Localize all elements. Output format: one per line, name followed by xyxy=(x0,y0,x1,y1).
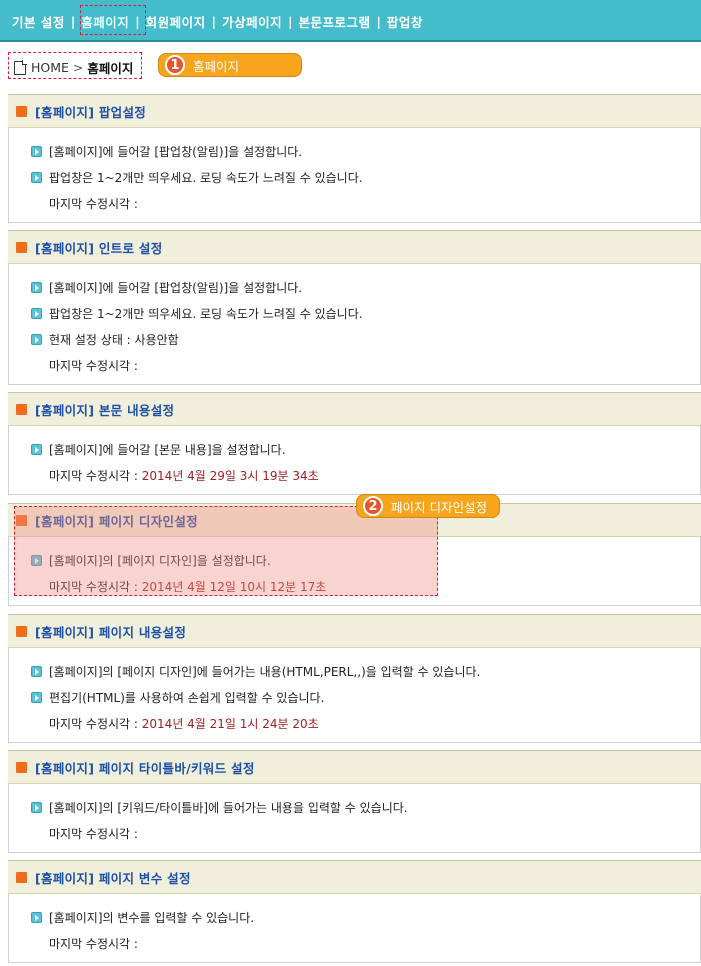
callout-number: 2 xyxy=(363,496,383,516)
item-text: [홈페이지]에 들어갈 [팝업창(알림)]을 설정합니다. xyxy=(49,280,303,295)
section-header[interactable]: [홈페이지] 본문 내용설정 xyxy=(8,392,701,426)
arrow-bullet-icon xyxy=(31,281,42,293)
list-item: [홈페이지]의 [페이지 디자인]에 들어가는 내용(HTML,PERL,,)을… xyxy=(31,658,700,684)
arrow-bullet-icon xyxy=(31,443,42,455)
list-item: 편집기(HTML)를 사용하여 손쉽게 입력할 수 있습니다. xyxy=(31,684,700,710)
section-body: [홈페이지]에 들어갈 [본문 내용]을 설정합니다. 마지막 수정시각 : 2… xyxy=(8,426,701,495)
item-text: [홈페이지]에 들어갈 [팝업창(알림)]을 설정합니다. xyxy=(49,144,303,159)
last-modified-label: 마지막 수정시각 : xyxy=(49,468,138,483)
highlight-page-design xyxy=(14,506,438,596)
section-header[interactable]: [홈페이지] 페이지 내용설정 xyxy=(8,614,701,648)
section-title[interactable]: [홈페이지] 페이지 타이틀바/키워드 설정 xyxy=(35,758,255,777)
last-modified-value: 2014년 4월 21일 1시 24분 20초 xyxy=(141,716,319,731)
list-item: 팝업창은 1~2개만 띄우세요. 로딩 속도가 느려질 수 있습니다. xyxy=(31,300,700,326)
section-header[interactable]: [홈페이지] 페이지 변수 설정 xyxy=(8,860,701,894)
item-text: 팝업창은 1~2개만 띄우세요. 로딩 속도가 느려질 수 있습니다. xyxy=(49,170,363,185)
item-text: 현재 설정 상태 : 사용안함 xyxy=(49,332,179,347)
list-item: [홈페이지]의 [키워드/타이틀바]에 들어가는 내용을 입력할 수 있습니다. xyxy=(31,794,700,820)
orange-square-icon xyxy=(16,241,27,253)
section-header[interactable]: [홈페이지] 팝업설정 xyxy=(8,94,701,128)
section-intro-settings: [홈페이지] 인트로 설정 [홈페이지]에 들어갈 [팝업창(알림)]을 설정합… xyxy=(8,230,701,385)
nav-separator: | xyxy=(70,14,76,29)
last-modified-label: 마지막 수정시각 : xyxy=(49,358,138,373)
item-text: [홈페이지]의 [키워드/타이틀바]에 들어가는 내용을 입력할 수 있습니다. xyxy=(49,800,408,815)
callout-1: 1 홈페이지 xyxy=(158,53,302,77)
item-text: [홈페이지]의 [페이지 디자인]에 들어가는 내용(HTML,PERL,,)을… xyxy=(49,664,481,679)
section-body: [홈페이지]의 [페이지 디자인]에 들어가는 내용(HTML,PERL,,)을… xyxy=(8,648,701,743)
section-body: [홈페이지]에 들어갈 [팝업창(알림)]을 설정합니다. 팝업창은 1~2개만… xyxy=(8,128,701,223)
last-modified-label: 마지막 수정시각 : xyxy=(49,196,138,211)
arrow-bullet-icon xyxy=(31,333,42,345)
last-modified: 마지막 수정시각 : xyxy=(31,930,700,956)
section-title[interactable]: [홈페이지] 인트로 설정 xyxy=(35,238,163,257)
nav-body-program[interactable]: 본문프로그램 xyxy=(298,12,370,31)
nav-member-page[interactable]: 회원페이지 xyxy=(146,12,206,31)
item-text: [홈페이지]의 변수를 입력할 수 있습니다. xyxy=(49,910,255,925)
section-popup-settings: [홈페이지] 팝업설정 [홈페이지]에 들어갈 [팝업창(알림)]을 설정합니다… xyxy=(8,94,701,223)
nav-separator: | xyxy=(288,14,293,29)
last-modified: 마지막 수정시각 : 2014년 4월 29일 3시 19분 34초 xyxy=(31,462,700,488)
section-title[interactable]: [홈페이지] 본문 내용설정 xyxy=(35,400,174,419)
last-modified: 마지막 수정시각 : xyxy=(31,352,700,378)
nav-virtual-page[interactable]: 가상페이지 xyxy=(222,12,282,31)
orange-square-icon xyxy=(16,403,27,415)
callout-2: 2 페이지 디자인설정 xyxy=(356,494,500,518)
arrow-bullet-icon xyxy=(31,171,42,183)
arrow-bullet-icon xyxy=(31,911,42,923)
section-title[interactable]: [홈페이지] 팝업설정 xyxy=(35,102,146,121)
last-modified: 마지막 수정시각 : xyxy=(31,190,700,216)
orange-square-icon xyxy=(16,761,27,773)
item-text: [홈페이지]에 들어갈 [본문 내용]을 설정합니다. xyxy=(49,442,286,457)
section-header[interactable]: [홈페이지] 페이지 타이틀바/키워드 설정 xyxy=(8,750,701,784)
list-item: 현재 설정 상태 : 사용안함 xyxy=(31,326,700,352)
section-header[interactable]: [홈페이지] 인트로 설정 xyxy=(8,230,701,264)
nav-popup[interactable]: 팝업창 xyxy=(387,12,423,31)
list-item: [홈페이지]의 변수를 입력할 수 있습니다. xyxy=(31,904,700,930)
section-titlebar-keyword-settings: [홈페이지] 페이지 타이틀바/키워드 설정 [홈페이지]의 [키워드/타이틀바… xyxy=(8,750,701,853)
last-modified: 마지막 수정시각 : xyxy=(31,820,700,846)
section-page-content-settings: [홈페이지] 페이지 내용설정 [홈페이지]의 [페이지 디자인]에 들어가는 … xyxy=(8,614,701,743)
section-variable-settings: [홈페이지] 페이지 변수 설정 [홈페이지]의 변수를 입력할 수 있습니다.… xyxy=(8,860,701,963)
list-item: [홈페이지]에 들어갈 [팝업창(알림)]을 설정합니다. xyxy=(31,274,700,300)
nav-separator: | xyxy=(376,14,381,29)
list-item: [홈페이지]에 들어갈 [팝업창(알림)]을 설정합니다. xyxy=(31,138,700,164)
list-item: [홈페이지]에 들어갈 [본문 내용]을 설정합니다. xyxy=(31,436,700,462)
item-text: 편집기(HTML)를 사용하여 손쉽게 입력할 수 있습니다. xyxy=(49,690,325,705)
top-nav: 기본 설정 | 홈페이지 | 회원페이지 | 가상페이지 | 본문프로그램 | … xyxy=(12,12,423,31)
list-item: 팝업창은 1~2개만 띄우세요. 로딩 속도가 느려질 수 있습니다. xyxy=(31,164,700,190)
item-text: 팝업창은 1~2개만 띄우세요. 로딩 속도가 느려질 수 있습니다. xyxy=(49,306,363,321)
callout-label: 홈페이지 xyxy=(193,58,240,74)
arrow-bullet-icon xyxy=(31,145,42,157)
section-body: [홈페이지]에 들어갈 [팝업창(알림)]을 설정합니다. 팝업창은 1~2개만… xyxy=(8,264,701,385)
section-body: [홈페이지]의 변수를 입력할 수 있습니다. 마지막 수정시각 : xyxy=(8,894,701,963)
last-modified-value: 2014년 4월 29일 3시 19분 34초 xyxy=(141,468,319,483)
arrow-bullet-icon xyxy=(31,691,42,703)
highlight-breadcrumb xyxy=(8,52,142,79)
section-title[interactable]: [홈페이지] 페이지 내용설정 xyxy=(35,622,186,641)
orange-square-icon xyxy=(16,625,27,637)
callout-number: 1 xyxy=(165,55,185,75)
highlight-nav-homepage xyxy=(80,5,146,35)
orange-square-icon xyxy=(16,871,27,883)
orange-square-icon xyxy=(16,105,27,117)
section-body-content-settings: [홈페이지] 본문 내용설정 [홈페이지]에 들어갈 [본문 내용]을 설정합니… xyxy=(8,392,701,495)
nav-basic-settings[interactable]: 기본 설정 xyxy=(12,12,65,31)
last-modified-label: 마지막 수정시각 : xyxy=(49,936,138,951)
last-modified: 마지막 수정시각 : 2014년 4월 21일 1시 24분 20초 xyxy=(31,710,700,736)
arrow-bullet-icon xyxy=(31,665,42,677)
section-body: [홈페이지]의 [키워드/타이틀바]에 들어가는 내용을 입력할 수 있습니다.… xyxy=(8,784,701,853)
arrow-bullet-icon xyxy=(31,801,42,813)
last-modified-label: 마지막 수정시각 : xyxy=(49,826,138,841)
last-modified-label: 마지막 수정시각 : xyxy=(49,716,138,731)
arrow-bullet-icon xyxy=(31,307,42,319)
section-title[interactable]: [홈페이지] 페이지 변수 설정 xyxy=(35,868,191,887)
callout-label: 페이지 디자인설정 xyxy=(391,499,487,515)
nav-separator: | xyxy=(211,14,217,29)
